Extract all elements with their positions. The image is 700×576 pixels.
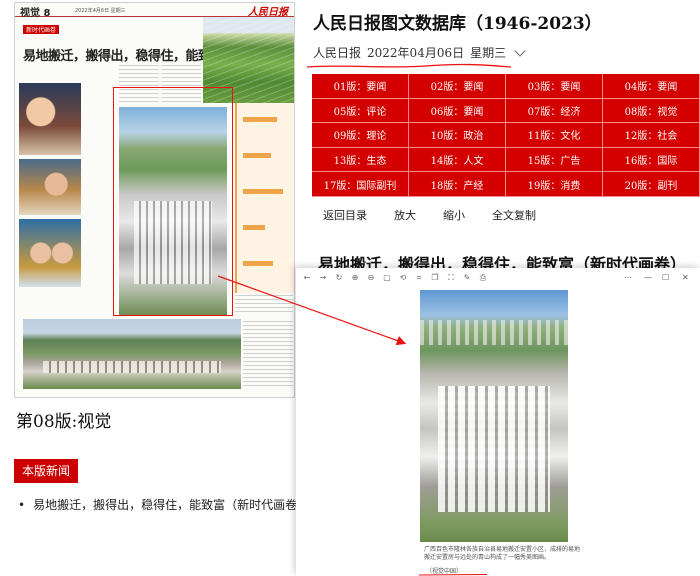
back-to-index-button[interactable]: 返回目录 xyxy=(323,207,367,223)
page-link[interactable]: 20版：副刊 xyxy=(603,172,700,197)
page-index-grid: 01版：要闻 02版：要闻 03版：要闻 04版：要闻 05版：评论 06版：要… xyxy=(311,73,700,197)
newspaper-page-thumbnail[interactable]: 视觉 8 2022年4月6日 星期三 人民日报 新时代画卷 易地搬迁，搬得出，稳… xyxy=(14,2,295,398)
viewer-toolbar: ← → ↻ ⊕ ⊖ ▢ ⟲ ⌗ ❐ ⛶ ✎ ⎙ ⋯ — ☐ ✕ xyxy=(296,268,700,288)
image-viewer: ← → ↻ ⊕ ⊖ ▢ ⟲ ⌗ ❐ ⛶ ✎ ⎙ ⋯ — ☐ ✕ 广西百色市隆林各… xyxy=(296,268,700,576)
student-photo-1 xyxy=(19,83,81,155)
refresh-icon[interactable]: ↻ xyxy=(334,273,344,283)
fullscreen-icon[interactable]: ⛶ xyxy=(446,273,456,283)
page-link[interactable]: 04版：要闻 xyxy=(603,74,700,99)
edition-label: 第08版:视觉 xyxy=(16,412,112,432)
database-title: 人民日报图文数据库（1946-2023） xyxy=(313,14,602,34)
chevron-down-icon[interactable] xyxy=(514,44,526,57)
paper-header: 视觉 8 2022年4月6日 星期三 人民日报 xyxy=(15,3,294,19)
page-link[interactable]: 09版：理论 xyxy=(312,123,409,148)
article-text-block xyxy=(243,321,293,389)
page-link[interactable]: 07版：经济 xyxy=(506,98,603,124)
edit-icon[interactable]: ✎ xyxy=(462,273,472,283)
highlight-box xyxy=(113,87,233,316)
zoom-in-icon[interactable]: ⊕ xyxy=(350,273,360,283)
maximize-icon[interactable]: ☐ xyxy=(662,273,669,282)
section-news-tab[interactable]: 本版新闻 xyxy=(14,459,78,483)
save-icon[interactable]: ⎙ xyxy=(478,273,488,283)
mountain-town-photo xyxy=(23,319,241,389)
page-link[interactable]: 13版：生态 xyxy=(312,147,409,173)
enlarged-aerial-photo[interactable] xyxy=(420,290,568,542)
page-link[interactable]: 16版：国际 xyxy=(603,147,700,173)
news-list-item[interactable]: 易地搬迁，搬得出，稳得住，能致富（新时代画卷） xyxy=(18,496,309,513)
page-link[interactable]: 17版：国际副刊 xyxy=(312,172,409,197)
page-link[interactable]: 03版：要闻 xyxy=(506,74,603,99)
issue-date: 2022年04月06日 xyxy=(367,46,465,60)
red-underline-annotation xyxy=(306,63,512,68)
paper-column-tag: 新时代画卷 xyxy=(23,25,60,34)
paper-masthead: 人民日报 xyxy=(248,7,288,18)
page-link[interactable]: 12版：社会 xyxy=(603,123,700,148)
copy-icon[interactable]: ❐ xyxy=(430,273,440,283)
page-link[interactable]: 02版：要闻 xyxy=(409,74,506,99)
minimize-icon[interactable]: — xyxy=(644,273,652,282)
student-photo-2 xyxy=(19,159,81,215)
page-link[interactable]: 10版：政治 xyxy=(409,123,506,148)
news-list: 易地搬迁，搬得出，稳得住，能致富（新时代画卷） xyxy=(18,496,309,513)
paper-section-label: 视觉 8 xyxy=(20,8,51,19)
more-icon[interactable]: ⋯ xyxy=(624,273,632,282)
crop-icon[interactable]: ⌗ xyxy=(414,273,424,283)
student-photo-3 xyxy=(19,219,81,287)
page-link[interactable]: 19版：消费 xyxy=(506,172,603,197)
paper-date: 2022年4月6日 星期三 xyxy=(75,8,126,14)
copy-all-button[interactable]: 全文复制 xyxy=(492,207,536,223)
page-link[interactable]: 18版：产经 xyxy=(409,172,506,197)
zoom-out-button[interactable]: 缩小 xyxy=(443,207,465,223)
page-link[interactable]: 15版：广告 xyxy=(506,147,603,173)
date-selector[interactable]: 人民日报 2022年04月06日 星期三 xyxy=(313,44,526,61)
page-link[interactable]: 05版：评论 xyxy=(312,98,409,124)
fit-icon[interactable]: ▢ xyxy=(382,273,392,283)
article-toolbar: 返回目录 放大 缩小 全文复制 xyxy=(311,207,550,223)
paper-headline: 易地搬迁，搬得出，稳得住，能致富 xyxy=(23,49,224,64)
paper-name: 人民日报 xyxy=(313,46,362,60)
close-icon[interactable]: ✕ xyxy=(682,273,689,282)
page-link[interactable]: 08版：视觉 xyxy=(603,98,700,124)
page-link[interactable]: 11版：文化 xyxy=(506,123,603,148)
zoom-out-icon[interactable]: ⊖ xyxy=(366,273,376,283)
photo-caption: 广西百色市隆林各族自治县易地搬迁安置小区，成排的易地搬迁安置房与远处的青山构成了… xyxy=(424,546,581,561)
rotate-icon[interactable]: ⟲ xyxy=(398,273,408,283)
forward-arrow-icon[interactable]: → xyxy=(318,273,328,283)
zoom-in-button[interactable]: 放大 xyxy=(394,207,416,223)
page-link[interactable]: 01版：要闻 xyxy=(312,74,409,99)
issue-weekday: 星期三 xyxy=(470,46,507,60)
infographic-strip xyxy=(235,103,294,293)
page-link[interactable]: 06版：要闻 xyxy=(409,98,506,124)
back-arrow-icon[interactable]: ← xyxy=(302,273,312,283)
page-link[interactable]: 14版：人文 xyxy=(409,147,506,173)
